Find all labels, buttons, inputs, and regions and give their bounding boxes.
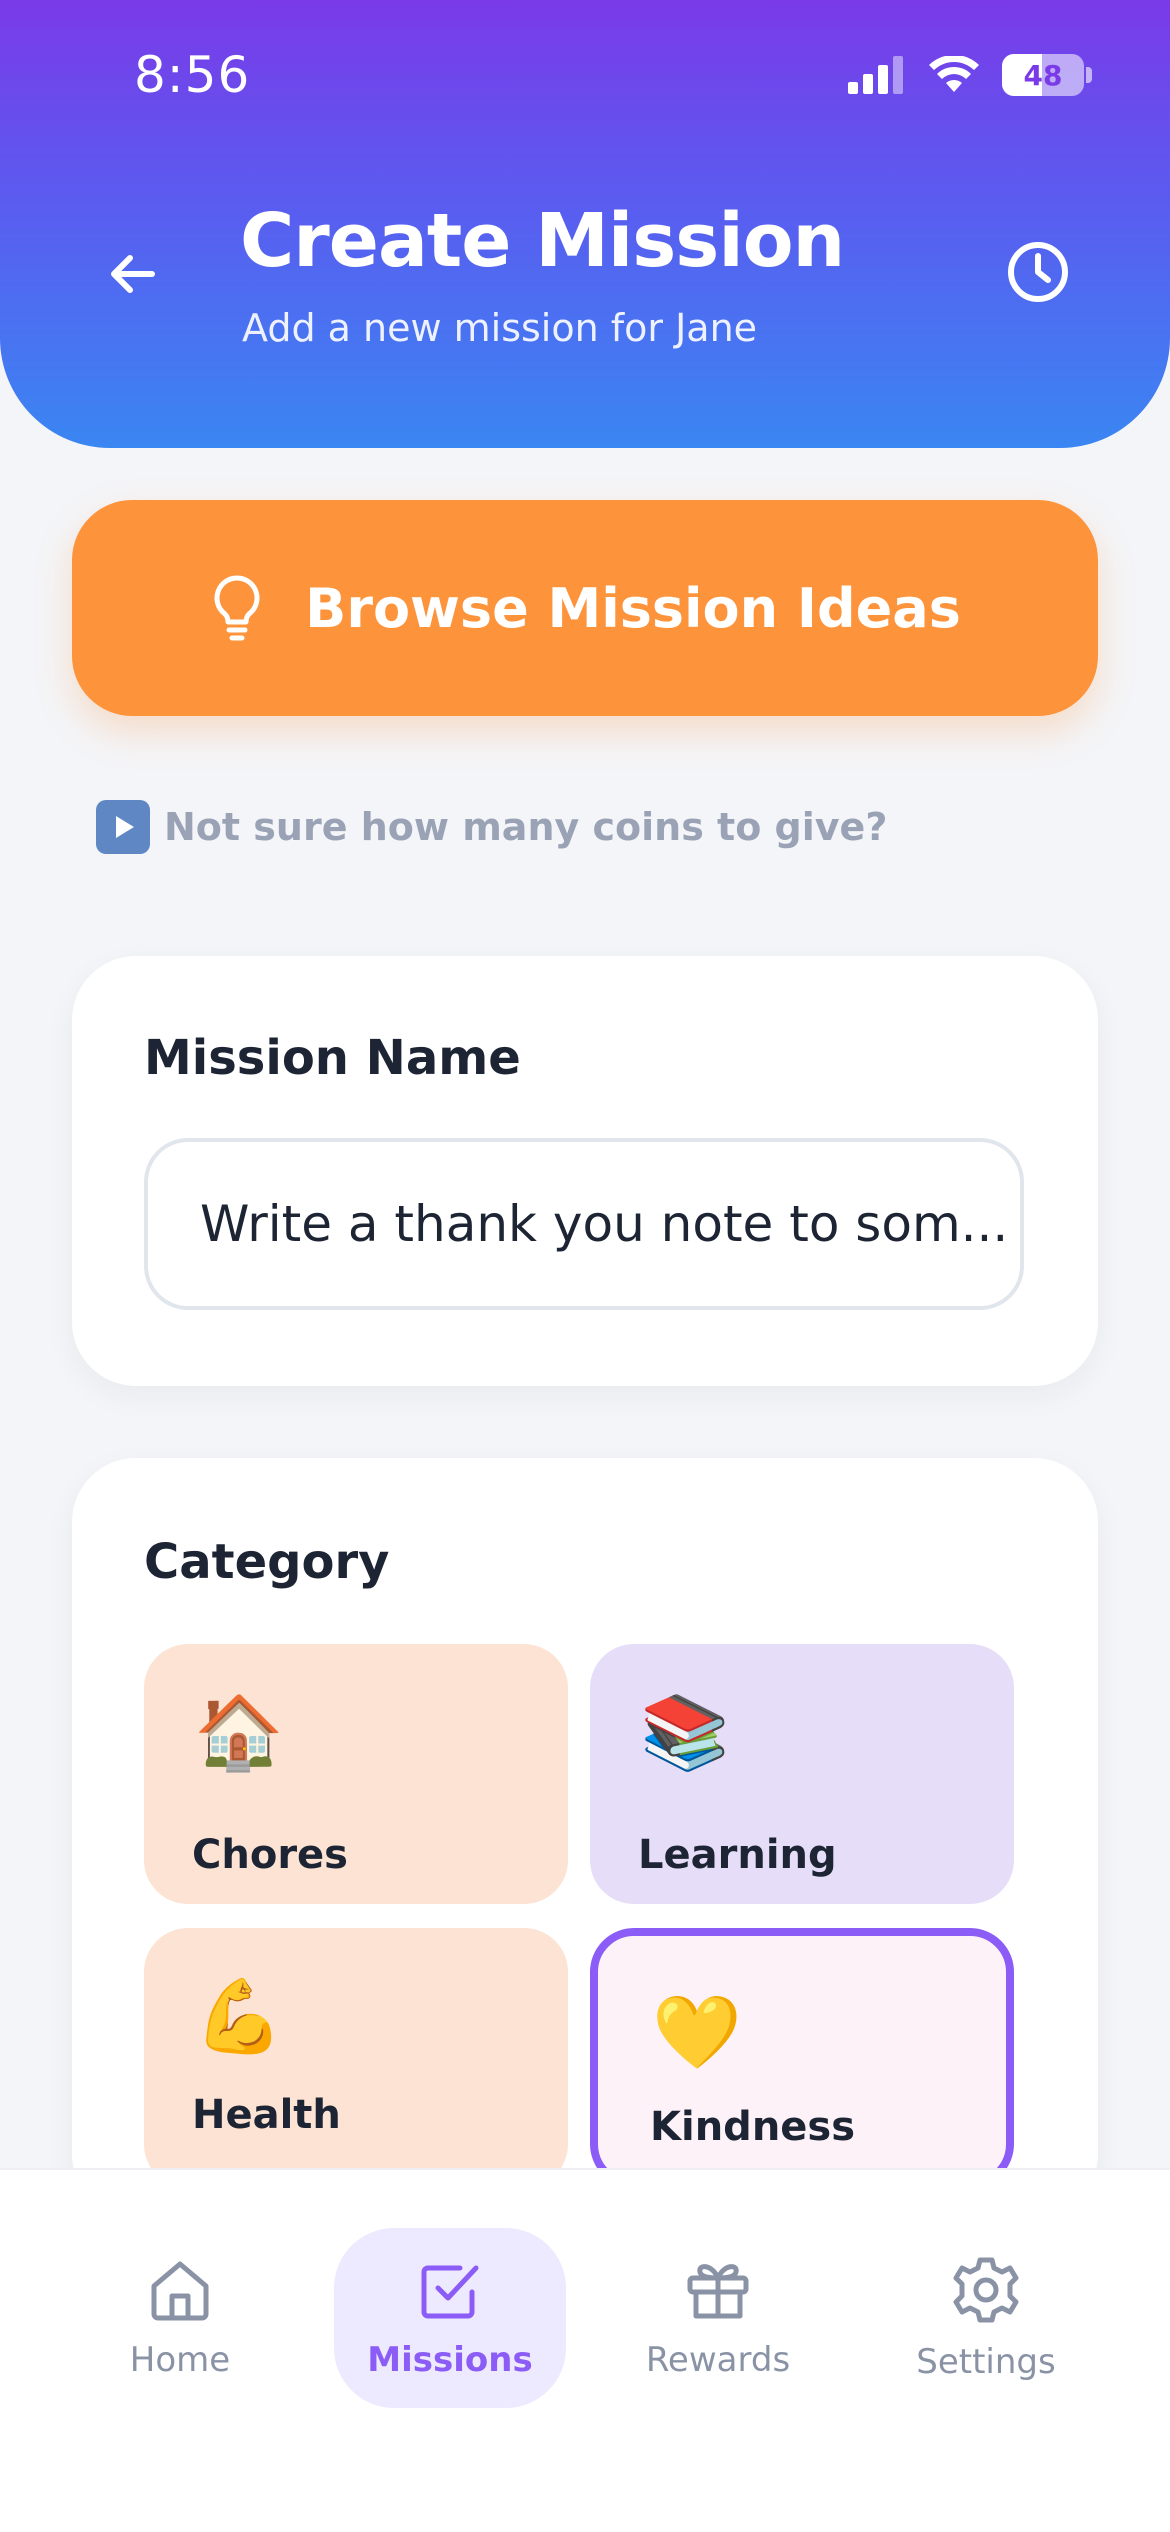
books-icon: 📚 xyxy=(640,1690,730,1774)
mission-name-title: Mission Name xyxy=(144,1030,521,1086)
browse-mission-ideas-button[interactable]: Browse Mission Ideas xyxy=(72,500,1098,716)
page-subtitle: Add a new mission for Jane xyxy=(242,306,758,350)
gift-icon xyxy=(687,2264,749,2319)
category-card: Category 🏠 Chores 📚 Learning 💪 Health 💛 … xyxy=(72,1458,1098,2218)
coins-hint-text: Not sure how many coins to give? xyxy=(164,805,888,849)
category-chores[interactable]: 🏠 Chores xyxy=(144,1644,568,1904)
header: 8:56 48 Create Mission Add a new mission… xyxy=(0,0,1170,448)
bottom-nav: Home Missions Rewards Settings xyxy=(0,2168,1170,2532)
page-title: Create Mission xyxy=(240,198,845,284)
house-icon: 🏠 xyxy=(194,1690,284,1774)
category-learning[interactable]: 📚 Learning xyxy=(590,1644,1014,1904)
signal-icon xyxy=(848,56,903,94)
home-icon xyxy=(151,2261,209,2321)
category-title: Category xyxy=(144,1534,390,1590)
lightbulb-icon xyxy=(214,575,260,641)
nav-rewards[interactable]: Rewards xyxy=(602,2228,834,2408)
status-icons: 48 xyxy=(848,54,1092,96)
category-label: Learning xyxy=(638,1832,837,1878)
status-time: 8:56 xyxy=(134,46,251,104)
battery-level: 48 xyxy=(1023,58,1063,92)
checkbox-icon xyxy=(421,2265,479,2319)
category-label: Chores xyxy=(192,1832,348,1878)
nav-home[interactable]: Home xyxy=(64,2228,296,2408)
nav-settings[interactable]: Settings xyxy=(870,2228,1102,2408)
back-button[interactable] xyxy=(96,238,168,310)
coins-hint-link[interactable]: Not sure how many coins to give? xyxy=(96,800,887,854)
category-health[interactable]: 💪 Health xyxy=(144,1928,568,2188)
arrow-left-icon xyxy=(111,255,155,293)
nav-missions[interactable]: Missions xyxy=(334,2228,566,2408)
category-label: Health xyxy=(192,2092,341,2138)
flexed-bicep-icon: 💪 xyxy=(194,1974,284,2058)
category-kindness[interactable]: 💛 Kindness xyxy=(590,1928,1014,2188)
nav-home-label: Home xyxy=(129,2340,231,2380)
gear-icon xyxy=(953,2257,1019,2323)
wifi-icon xyxy=(929,56,979,92)
battery-indicator: 48 xyxy=(1002,54,1084,96)
nav-settings-label: Settings xyxy=(916,2342,1056,2382)
category-label: Kindness xyxy=(650,2104,856,2150)
history-button[interactable] xyxy=(1002,236,1074,308)
nav-missions-label: Missions xyxy=(367,2340,533,2380)
mission-name-card: Mission Name Write a thank you note to s… xyxy=(72,956,1098,1386)
clock-icon xyxy=(1008,242,1068,302)
nav-rewards-label: Rewards xyxy=(645,2340,791,2380)
mission-name-input[interactable]: Write a thank you note to som... xyxy=(144,1138,1024,1310)
browse-mission-ideas-label: Browse Mission Ideas xyxy=(305,576,961,640)
yellow-heart-icon: 💛 xyxy=(652,1990,742,2074)
play-button-icon xyxy=(96,800,150,854)
